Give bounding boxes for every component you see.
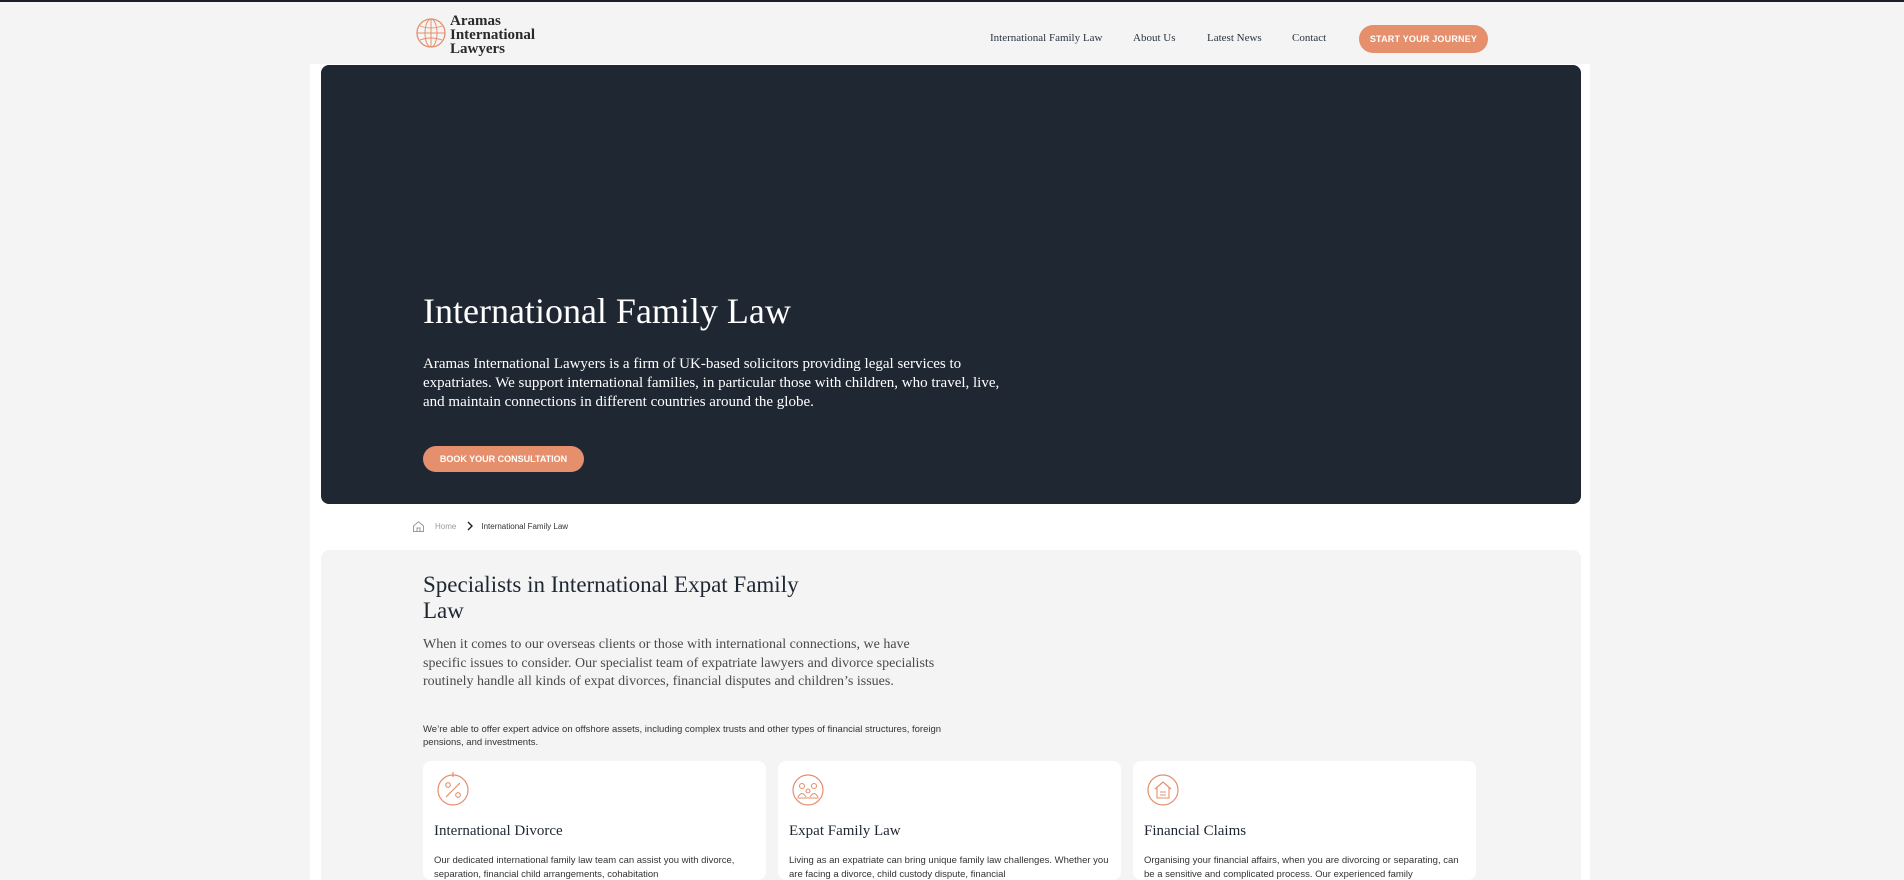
nav-about-us[interactable]: About Us [1133, 32, 1175, 44]
hero-description: Aramas International Lawyers is a firm o… [423, 356, 1000, 410]
card-text: Organising your financial affairs, when … [1144, 855, 1459, 880]
breadcrumb: Home International Family Law [412, 519, 568, 533]
hero-title: International Family Law [423, 291, 791, 331]
card-title: Financial Claims [1144, 823, 1247, 839]
card-text: Our dedicated international family law t… [434, 855, 735, 880]
service-card-international-divorce[interactable]: International Divorce Our dedicated inte… [423, 761, 766, 880]
hero-banner [321, 65, 1581, 504]
site-header: Aramas International Lawyers Internation… [0, 2, 1904, 65]
nav-contact[interactable]: Contact [1292, 32, 1326, 44]
site-logo[interactable]: Aramas International Lawyers [414, 13, 536, 57]
globe-logo-icon [416, 18, 446, 48]
nav-international-family-law[interactable]: International Family Law [990, 32, 1102, 44]
section-title: Specialists in International Expat Famil… [423, 572, 799, 623]
logo-wordmark: Aramas International Lawyers [450, 13, 536, 57]
chevron-right-icon [467, 521, 474, 531]
card-text: Living as an expatriate can bring unique… [789, 855, 1109, 880]
section-note: We’re able to offer expert advice on off… [423, 724, 942, 748]
logo-line: Lawyers [450, 41, 505, 57]
service-card-financial-claims[interactable]: Financial Claims Organising your financi… [1133, 761, 1476, 880]
start-journey-button[interactable]: START YOUR JOURNEY [1359, 25, 1488, 53]
house-document-icon [1147, 774, 1179, 806]
family-icon [792, 774, 824, 806]
logo-line: Aramas [450, 13, 501, 29]
book-consultation-button[interactable]: BOOK YOUR CONSULTATION [423, 446, 584, 472]
card-title: International Divorce [434, 823, 563, 839]
home-icon[interactable] [412, 520, 425, 533]
card-title: Expat Family Law [789, 823, 901, 839]
service-card-expat-family-law[interactable]: Expat Family Law Living as an expatriate… [778, 761, 1121, 880]
section-lead: When it comes to our overseas clients or… [423, 637, 935, 689]
breadcrumb-home-link[interactable]: Home [435, 522, 456, 531]
percent-badge-icon [437, 772, 469, 806]
nav-latest-news[interactable]: Latest News [1207, 32, 1262, 44]
breadcrumb-current: International Family Law [481, 521, 569, 531]
logo-line: International [450, 27, 536, 43]
